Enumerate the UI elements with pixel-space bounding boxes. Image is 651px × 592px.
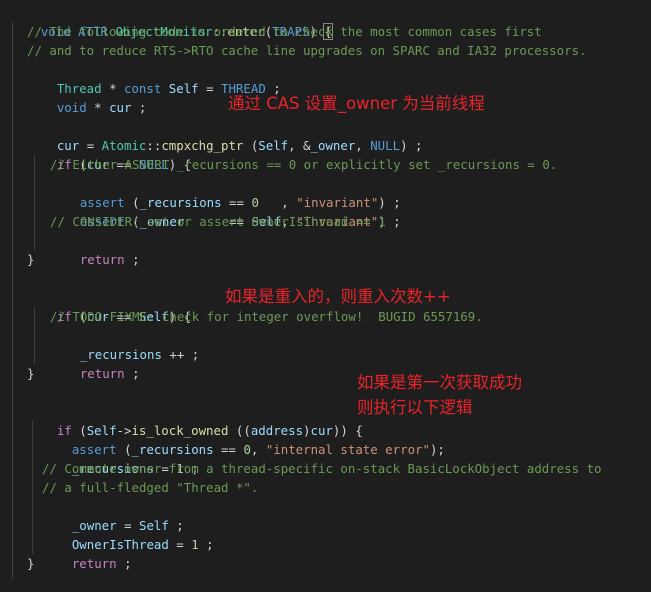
code-line: OwnerIsThread = 1 ;: [42, 516, 214, 552]
code-line: return ;: [50, 231, 140, 267]
comment-line: // The following code is ordered to chec…: [27, 24, 542, 39]
code-line: if (Self->is_lock_owned ((address)cur)) …: [27, 402, 363, 438]
token: ;: [116, 556, 132, 571]
code-line: assert (_recursions == 0 , "invariant") …: [50, 174, 401, 210]
indent-guide: [12, 22, 13, 579]
code-line: }: [27, 366, 35, 381]
code-line: void * cur ;: [27, 79, 147, 115]
code-line: return ;: [42, 535, 132, 571]
token: NULL: [370, 138, 401, 153]
token: );: [429, 442, 445, 457]
code-line: assert (_recursions == 0, "internal stat…: [42, 421, 445, 457]
token: =: [198, 81, 222, 96]
token: ;: [198, 537, 214, 552]
code-editor[interactable]: void ATTR ObjectMonitor::enter(TRAPS) { …: [0, 0, 651, 579]
token: (: [243, 138, 259, 153]
code-line: _recursions = 1 ;: [42, 440, 199, 476]
code-line: if (cur == NULL) {: [27, 136, 191, 172]
token: ;: [124, 366, 140, 381]
token: void: [56, 100, 87, 115]
token: _owner: [310, 138, 356, 153]
token: , &: [288, 138, 311, 153]
comment-line: // and to reduce RTS->RTO cache line upg…: [27, 43, 587, 58]
code-line: }: [27, 556, 35, 571]
code-line: cur = Atomic::cmpxchg_ptr (Self, &_owner…: [27, 117, 423, 153]
code-line: assert (_owner == Self, "invariant") ;: [50, 193, 401, 229]
annotation-first-acquire-2: 则执行以下逻辑: [357, 398, 473, 417]
code-line: void ATTR ObjectMonitor::enter(TRAPS) {: [11, 3, 333, 40]
annotation-cas: 通过 CAS 设置_owner 为当前线程: [228, 94, 485, 113]
token: return: [79, 252, 125, 267]
token: Self: [168, 81, 199, 96]
comment-line: // Either ASSERT _recursions == 0 or exp…: [50, 157, 558, 172]
token: 1: [191, 537, 199, 552]
annotation-reentrant: 如果是重入的，则重入次数++: [225, 287, 451, 306]
comment-line: // a full-fledged "Thread *".: [42, 480, 259, 495]
token: ;: [131, 100, 147, 115]
token: cur: [109, 100, 132, 115]
token: ,: [355, 138, 371, 153]
token: Self: [258, 138, 289, 153]
token: 0: [243, 442, 251, 457]
token: ) ;: [400, 138, 423, 153]
token: ,: [250, 442, 266, 457]
token: "internal state error": [265, 442, 430, 457]
code-line: _recursions ++ ;: [50, 326, 199, 362]
code-line: if (cur == Self) {: [27, 288, 191, 324]
comment-line: // TODO-FIXME: check for integer overflo…: [50, 309, 483, 324]
code-line: Thread * const Self = THREAD ;: [27, 60, 281, 96]
token: =: [168, 537, 192, 552]
annotation-first-acquire-1: 如果是第一次获取成功: [357, 373, 522, 392]
token: ;: [124, 252, 140, 267]
token: return: [79, 366, 125, 381]
token: return: [71, 556, 117, 571]
token: ==: [213, 442, 244, 457]
token: ++ ;: [161, 347, 200, 362]
code-line: _owner = Self ;: [42, 497, 184, 533]
code-line: return ;: [50, 345, 140, 381]
token: *: [86, 100, 110, 115]
comment-line: // Commute owner from a thread-specific …: [42, 461, 602, 476]
code-line: }: [27, 252, 35, 267]
comment-line: // CONSIDER: set or assert OwnerIsThread…: [50, 214, 386, 229]
